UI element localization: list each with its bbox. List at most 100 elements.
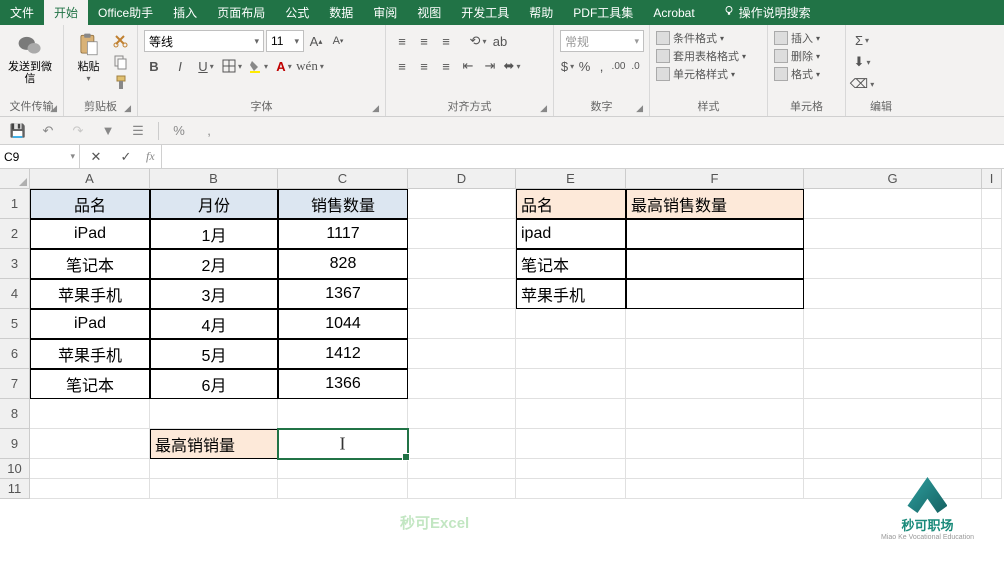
cell-G6[interactable] <box>804 339 982 369</box>
cell-F10[interactable] <box>626 459 804 479</box>
cell-B11[interactable] <box>150 479 278 499</box>
cell-C10[interactable] <box>278 459 408 479</box>
select-all-corner[interactable] <box>0 169 30 189</box>
cell-C1[interactable]: 销售数量 <box>278 189 408 219</box>
tab-acrobat[interactable]: Acrobat <box>643 0 704 25</box>
name-box[interactable]: C9▾ <box>0 145 80 168</box>
cell-I10[interactable] <box>982 459 1002 479</box>
italic-button[interactable]: I <box>170 56 190 76</box>
tab-pdf-tools[interactable]: PDF工具集 <box>563 0 643 25</box>
delete-cells-button[interactable]: 删除▾ <box>774 48 839 64</box>
cell-D4[interactable] <box>408 279 516 309</box>
format-cells-button[interactable]: 格式▾ <box>774 66 839 82</box>
cell-A3[interactable]: 笔记本 <box>30 249 150 279</box>
align-middle-button[interactable]: ≡ <box>414 31 434 51</box>
cancel-formula-button[interactable]: ✕ <box>86 147 106 167</box>
cell-F5[interactable] <box>626 309 804 339</box>
font-name-select[interactable]: 等线▾ <box>144 30 264 52</box>
cell-A2[interactable]: iPad <box>30 219 150 249</box>
cell-B10[interactable] <box>150 459 278 479</box>
comma-style-button[interactable]: , <box>594 56 609 76</box>
send-to-wechat-button[interactable]: 发送到微信 <box>6 27 54 85</box>
format-painter-button[interactable] <box>111 73 131 93</box>
cell-E10[interactable] <box>516 459 626 479</box>
col-header-E[interactable]: E <box>516 169 626 189</box>
cell-C4[interactable]: 1367 <box>278 279 408 309</box>
col-header-F[interactable]: F <box>626 169 804 189</box>
cell-F7[interactable] <box>626 369 804 399</box>
dialog-launcher-icon[interactable]: ◢ <box>636 103 643 114</box>
cell-G10[interactable] <box>804 459 982 479</box>
fx-button[interactable]: fx <box>146 149 155 164</box>
row-header-5[interactable]: 5 <box>0 309 30 339</box>
cell-C2[interactable]: 1117 <box>278 219 408 249</box>
underline-button[interactable]: U <box>196 56 216 76</box>
cell-E7[interactable] <box>516 369 626 399</box>
cell-I5[interactable] <box>982 309 1002 339</box>
cell-F8[interactable] <box>626 399 804 429</box>
cell-C5[interactable]: 1044 <box>278 309 408 339</box>
cell-F2[interactable] <box>626 219 804 249</box>
cell-B1[interactable]: 月份 <box>150 189 278 219</box>
cell-G3[interactable] <box>804 249 982 279</box>
conditional-format-button[interactable]: 条件格式▾ <box>656 30 761 46</box>
cell-I6[interactable] <box>982 339 1002 369</box>
cell-A5[interactable]: iPad <box>30 309 150 339</box>
increase-decimal-button[interactable]: .00 <box>611 56 626 76</box>
cell-D9[interactable] <box>408 429 516 459</box>
increase-font-button[interactable]: A▴ <box>306 31 326 51</box>
cell-G4[interactable] <box>804 279 982 309</box>
row-header-10[interactable]: 10 <box>0 459 30 479</box>
col-header-C[interactable]: C <box>278 169 408 189</box>
tell-me-search[interactable]: 操作说明搜索 <box>713 0 821 25</box>
cell-B5[interactable]: 4月 <box>150 309 278 339</box>
row-header-11[interactable]: 11 <box>0 479 30 499</box>
phonetic-button[interactable]: wén <box>300 56 320 76</box>
formula-input[interactable] <box>162 145 1004 168</box>
cell-D1[interactable] <box>408 189 516 219</box>
row-header-8[interactable]: 8 <box>0 399 30 429</box>
cell-G2[interactable] <box>804 219 982 249</box>
cell-C3[interactable]: 828 <box>278 249 408 279</box>
cell-B4[interactable]: 3月 <box>150 279 278 309</box>
cell-I3[interactable] <box>982 249 1002 279</box>
tab-view[interactable]: 视图 <box>407 0 451 25</box>
cell-D7[interactable] <box>408 369 516 399</box>
dialog-launcher-icon[interactable]: ◢ <box>50 103 57 114</box>
cell-E8[interactable] <box>516 399 626 429</box>
tab-home[interactable]: 开始 <box>44 0 88 25</box>
cell-I8[interactable] <box>982 399 1002 429</box>
comma-qat-button[interactable]: , <box>199 121 219 141</box>
cell-F11[interactable] <box>626 479 804 499</box>
cell-E5[interactable] <box>516 309 626 339</box>
col-header-G[interactable]: G <box>804 169 982 189</box>
redo-button[interactable]: ↷ <box>68 121 88 141</box>
dialog-launcher-icon[interactable]: ◢ <box>372 103 379 114</box>
row-header-6[interactable]: 6 <box>0 339 30 369</box>
increase-indent-button[interactable]: ⇥ <box>480 56 500 76</box>
decrease-indent-button[interactable]: ⇤ <box>458 56 478 76</box>
tab-insert[interactable]: 插入 <box>163 0 207 25</box>
tab-office-assistant[interactable]: Office助手 <box>88 0 163 25</box>
cell-F4[interactable] <box>626 279 804 309</box>
format-as-table-button[interactable]: 套用表格格式▾ <box>656 48 761 64</box>
cell-A4[interactable]: 苹果手机 <box>30 279 150 309</box>
insert-cells-button[interactable]: 插入▾ <box>774 30 839 46</box>
align-top-button[interactable]: ≡ <box>392 31 412 51</box>
paste-button[interactable]: 粘贴 ▾ <box>70 27 107 84</box>
cell-F3[interactable] <box>626 249 804 279</box>
accounting-format-button[interactable]: $ <box>560 56 575 76</box>
autosum-button[interactable]: Σ <box>852 30 872 50</box>
cell-D10[interactable] <box>408 459 516 479</box>
tab-review[interactable]: 审阅 <box>363 0 407 25</box>
cell-E3[interactable]: 笔记本 <box>516 249 626 279</box>
tab-file[interactable]: 文件 <box>0 0 44 25</box>
cell-I11[interactable] <box>982 479 1002 499</box>
cell-E4[interactable]: 苹果手机 <box>516 279 626 309</box>
font-size-select[interactable]: 11▾ <box>266 30 304 52</box>
number-format-select[interactable]: 常规▾ <box>560 30 644 52</box>
wrap-text-button[interactable]: ab <box>490 31 510 51</box>
cell-A9[interactable] <box>30 429 150 459</box>
col-header-A[interactable]: A <box>30 169 150 189</box>
cell-D6[interactable] <box>408 339 516 369</box>
